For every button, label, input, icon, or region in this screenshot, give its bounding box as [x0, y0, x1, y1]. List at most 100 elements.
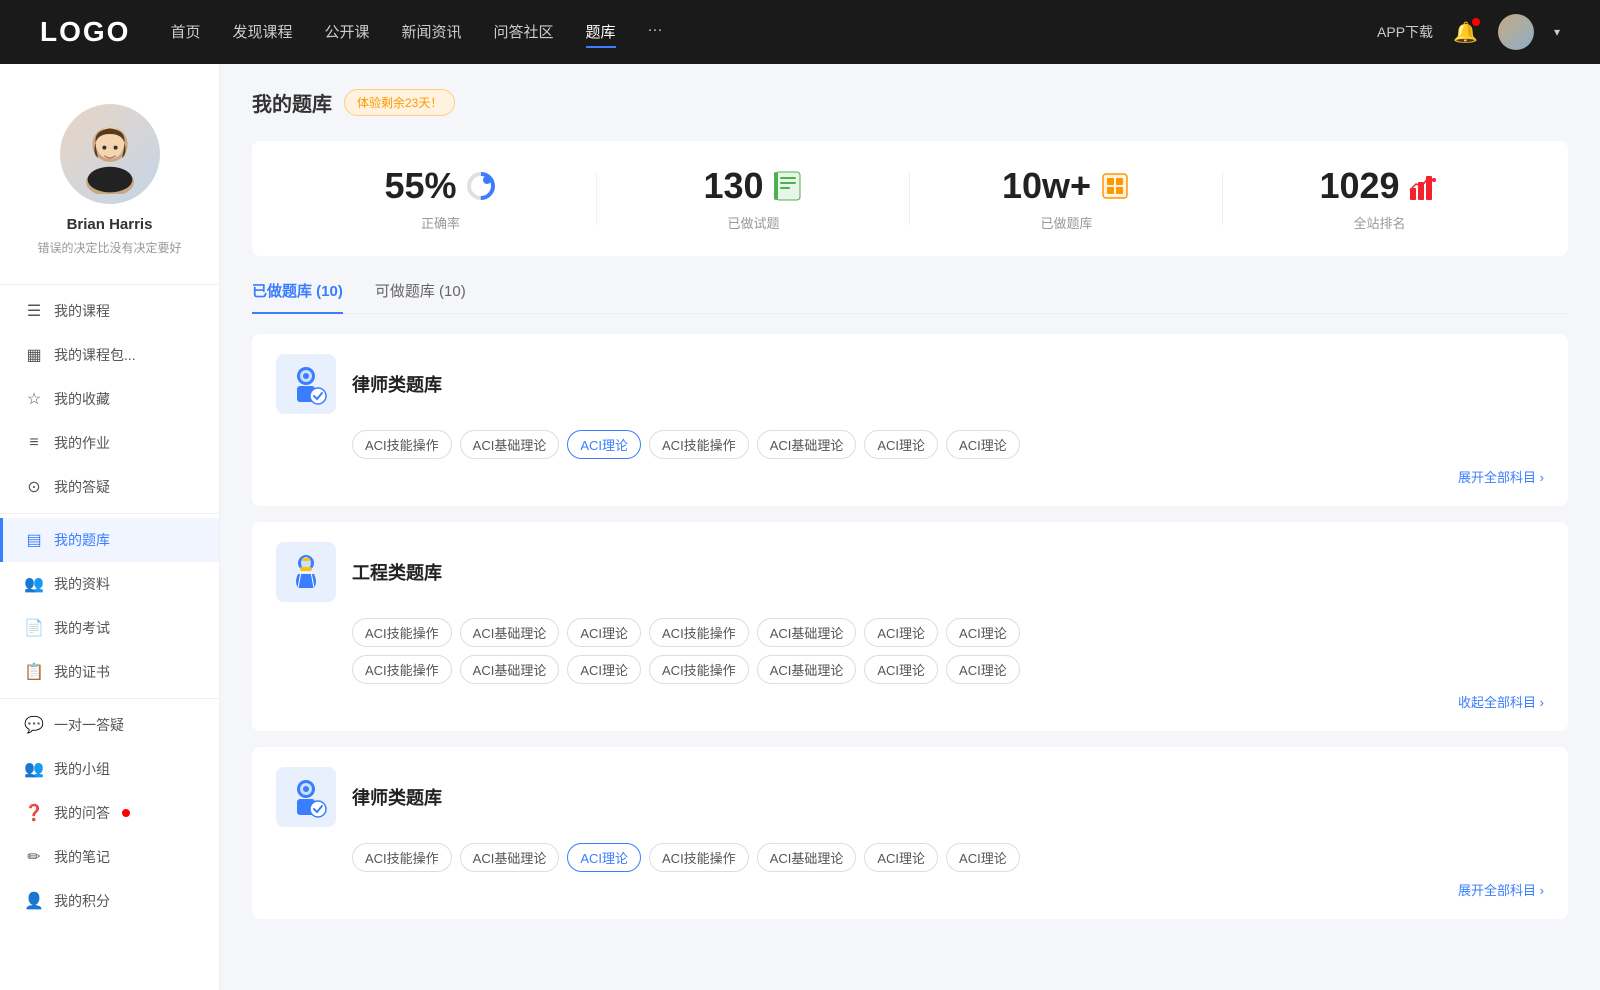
accuracy-icon — [465, 170, 497, 202]
sidebar-label-certificate: 我的证书 — [54, 662, 110, 682]
expand-link-3[interactable]: 展开全部科目 › — [276, 880, 1544, 899]
done-questions-label: 已做试题 — [597, 213, 910, 232]
qbank-section-engineer: 工程类题库 ACI技能操作 ACI基础理论 ACI理论 ACI技能操作 ACI基… — [252, 522, 1568, 731]
etag-6[interactable]: ACI理论 — [946, 618, 1020, 647]
notification-dot — [1472, 18, 1480, 26]
done-banks-value: 10w+ — [1002, 165, 1091, 207]
sidebar-label-points: 我的积分 — [54, 891, 110, 911]
homework-icon: ≡ — [24, 434, 44, 452]
sidebar-divider-2 — [0, 698, 219, 699]
sidebar-item-question-bank[interactable]: ▤ 我的题库 — [0, 518, 219, 562]
sidebar-label-homework: 我的作业 — [54, 433, 110, 453]
nav-discover[interactable]: 发现课程 — [232, 17, 292, 48]
tag-1[interactable]: ACI基础理论 — [460, 430, 560, 459]
etag-5[interactable]: ACI理论 — [864, 618, 938, 647]
tag-6[interactable]: ACI理论 — [946, 430, 1020, 459]
sidebar-item-points[interactable]: 👤 我的积分 — [0, 879, 219, 923]
profile-name: Brian Harris — [20, 216, 199, 233]
user-profile: Brian Harris 错误的决定比没有决定要好 — [0, 88, 219, 280]
ltag-3[interactable]: ACI技能操作 — [649, 843, 749, 872]
nav-home[interactable]: 首页 — [170, 17, 200, 48]
notification-bell[interactable]: 🔔 — [1453, 20, 1478, 45]
app-download-link[interactable]: APP下载 — [1377, 22, 1433, 42]
questions-badge — [122, 809, 130, 817]
lawyer-tags-2: ACI技能操作 ACI基础理论 ACI理论 ACI技能操作 ACI基础理论 AC… — [276, 843, 1544, 872]
tag-2[interactable]: ACI理论 — [567, 430, 641, 459]
stat-accuracy: 55% 正确率 — [284, 165, 597, 232]
lawyer-icon — [276, 354, 336, 414]
ltag-5[interactable]: ACI理论 — [864, 843, 938, 872]
etag2-4[interactable]: ACI基础理论 — [757, 655, 857, 684]
sidebar-label-questions: 我的问答 — [54, 803, 110, 823]
sidebar-item-materials[interactable]: 👥 我的资料 — [0, 562, 219, 606]
sidebar-item-notes[interactable]: ✏ 我的笔记 — [0, 835, 219, 879]
sidebar-item-favorites[interactable]: ☆ 我的收藏 — [0, 377, 219, 421]
nav-more[interactable]: ··· — [648, 17, 663, 48]
exam-icon: 📄 — [24, 618, 44, 638]
rank-value: 1029 — [1319, 165, 1399, 207]
tag-4[interactable]: ACI基础理论 — [757, 430, 857, 459]
lawyer-icon-2 — [276, 767, 336, 827]
materials-icon: 👥 — [24, 574, 44, 594]
qa-icon: ⊙ — [24, 477, 44, 497]
tag-5[interactable]: ACI理论 — [864, 430, 938, 459]
etag-0[interactable]: ACI技能操作 — [352, 618, 452, 647]
nav-qa[interactable]: 问答社区 — [494, 17, 554, 48]
ltag-0[interactable]: ACI技能操作 — [352, 843, 452, 872]
tab-done-banks[interactable]: 已做题库 (10) — [252, 280, 343, 313]
sidebar-item-certificate[interactable]: 📋 我的证书 — [0, 650, 219, 694]
sidebar-label-one-on-one: 一对一答疑 — [54, 715, 124, 735]
stat-done-banks: 10w+ 已做题库 — [910, 165, 1223, 232]
etag2-5[interactable]: ACI理论 — [864, 655, 938, 684]
etag2-6[interactable]: ACI理论 — [946, 655, 1020, 684]
nav-questions[interactable]: 题库 — [586, 17, 616, 48]
ltag-4[interactable]: ACI基础理论 — [757, 843, 857, 872]
qbank-icon: ▤ — [24, 530, 44, 550]
sidebar-label-course-package: 我的课程包... — [54, 345, 136, 365]
1on1-icon: 💬 — [24, 715, 44, 735]
sidebar-label-my-qa: 我的答疑 — [54, 477, 110, 497]
sidebar-item-questions[interactable]: ❓ 我的问答 — [0, 791, 219, 835]
sidebar-item-my-courses[interactable]: ☰ 我的课程 — [0, 289, 219, 333]
sidebar-item-group[interactable]: 👥 我的小组 — [0, 747, 219, 791]
ltag-6[interactable]: ACI理论 — [946, 843, 1020, 872]
user-dropdown-chevron[interactable]: ▾ — [1554, 25, 1560, 39]
navbar: LOGO 首页 发现课程 公开课 新闻资讯 问答社区 题库 ··· APP下载 … — [0, 0, 1600, 64]
engineer-title: 工程类题库 — [352, 559, 442, 585]
page-header: 我的题库 体验剩余23天！ — [252, 88, 1568, 117]
etag2-1[interactable]: ACI基础理论 — [460, 655, 560, 684]
engineer-icon — [276, 542, 336, 602]
avatar-image — [1498, 14, 1534, 50]
tab-available-banks[interactable]: 可做题库 (10) — [375, 280, 466, 313]
etag-4[interactable]: ACI基础理论 — [757, 618, 857, 647]
sidebar-item-my-qa[interactable]: ⊙ 我的答疑 — [0, 465, 219, 509]
expand-link-1[interactable]: 展开全部科目 › — [276, 467, 1544, 486]
ltag-2[interactable]: ACI理论 — [567, 843, 641, 872]
etag2-2[interactable]: ACI理论 — [567, 655, 641, 684]
lawyer-tags-1: ACI技能操作 ACI基础理论 ACI理论 ACI技能操作 ACI基础理论 AC… — [276, 430, 1544, 459]
page-layout: Brian Harris 错误的决定比没有决定要好 ☰ 我的课程 ▦ 我的课程包… — [0, 64, 1600, 990]
nav-news[interactable]: 新闻资讯 — [402, 17, 462, 48]
etag2-0[interactable]: ACI技能操作 — [352, 655, 452, 684]
page-title: 我的题库 — [252, 88, 332, 117]
tag-0[interactable]: ACI技能操作 — [352, 430, 452, 459]
cert-icon: 📋 — [24, 662, 44, 682]
user-avatar[interactable] — [1498, 14, 1534, 50]
collapse-link[interactable]: 收起全部科目 › — [276, 692, 1544, 711]
etag2-3[interactable]: ACI技能操作 — [649, 655, 749, 684]
etag-2[interactable]: ACI理论 — [567, 618, 641, 647]
group-icon: 👥 — [24, 759, 44, 779]
sidebar-item-one-on-one[interactable]: 💬 一对一答疑 — [0, 703, 219, 747]
sidebar-item-exam[interactable]: 📄 我的考试 — [0, 606, 219, 650]
ltag-1[interactable]: ACI基础理论 — [460, 843, 560, 872]
etag-1[interactable]: ACI基础理论 — [460, 618, 560, 647]
done-questions-icon — [772, 170, 804, 202]
questions-icon: ❓ — [24, 803, 44, 823]
nav-open-course[interactable]: 公开课 — [324, 17, 369, 48]
sidebar-label-exam: 我的考试 — [54, 618, 110, 638]
rank-label: 全站排名 — [1223, 213, 1536, 232]
etag-3[interactable]: ACI技能操作 — [649, 618, 749, 647]
sidebar-item-course-package[interactable]: ▦ 我的课程包... — [0, 333, 219, 377]
tag-3[interactable]: ACI技能操作 — [649, 430, 749, 459]
sidebar-item-homework[interactable]: ≡ 我的作业 — [0, 421, 219, 465]
